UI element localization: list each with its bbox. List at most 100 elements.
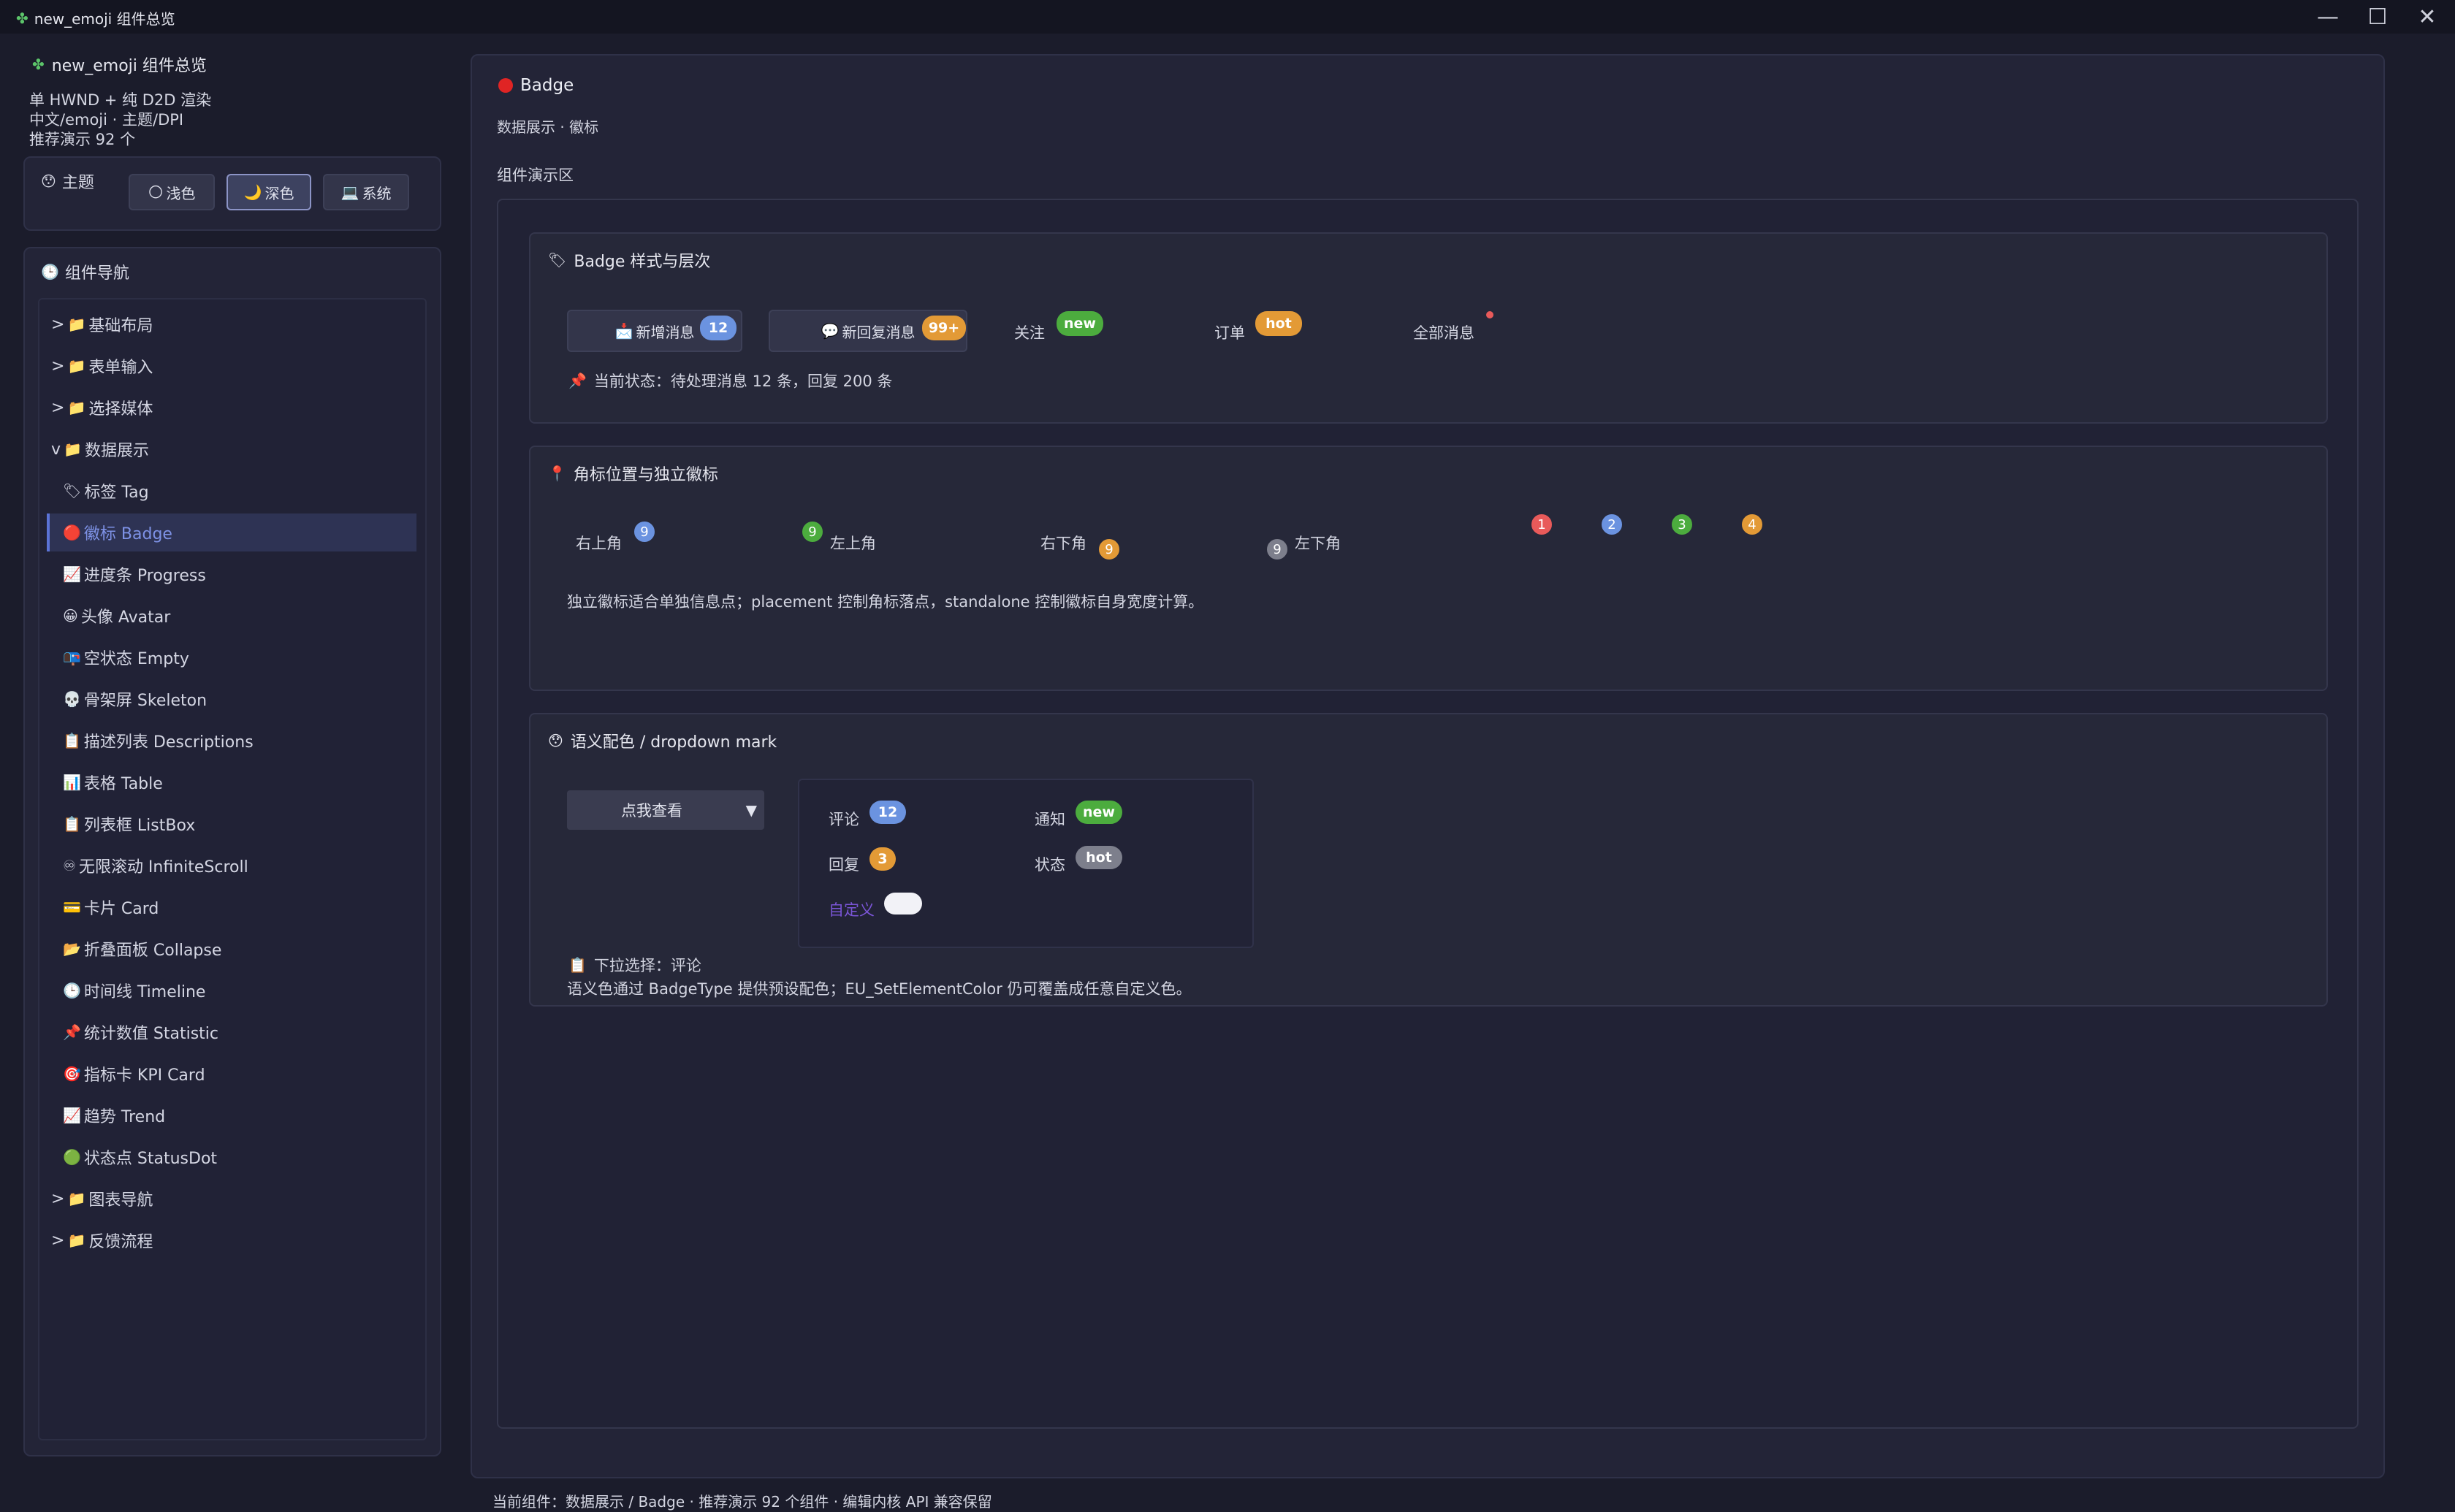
theme-light-button[interactable]: 🌕 浅色 — [129, 174, 215, 210]
dot-badge — [1486, 311, 1493, 318]
nav-item-infinite-scroll[interactable]: ♾ 无限滚动 InfiniteScroll — [63, 847, 248, 885]
app-title: ✤ new_emoji 组件总览 — [32, 53, 207, 76]
target-icon: 🎯 — [63, 1065, 81, 1083]
nav-item-skeleton[interactable]: 💀 骨架屏 Skeleton — [63, 680, 207, 718]
nav-item-label: 卡片 Card — [83, 900, 159, 918]
page-title: Badge — [498, 76, 574, 95]
menu-badge: 3 — [869, 847, 896, 871]
nav-group-chart-nav[interactable]: > 📁 图表导航 — [51, 1180, 153, 1218]
expand-icon: > — [51, 398, 65, 417]
theme-label: 😯 主题 — [41, 169, 94, 193]
bottom-right-badge: 9 — [1097, 538, 1121, 561]
puzzle-icon: ✤ — [16, 9, 28, 27]
nav-item-trend[interactable]: 📈 趋势 Trend — [63, 1096, 165, 1134]
button-label: 新增消息 — [636, 323, 695, 341]
info-line: 推荐演示 92 个 — [29, 131, 136, 148]
menu-item-comment[interactable]: 评论 — [829, 808, 859, 830]
minimize-button[interactable]: — — [2312, 4, 2344, 30]
moon-full-icon: 🌕 — [148, 183, 164, 201]
semantic-note: 语义色通过 BadgeType 提供预设配色；EU_SetElementColo… — [567, 980, 1192, 998]
nav-item-table[interactable]: 📊 表格 Table — [63, 763, 163, 801]
theme-label-text: 主题 — [61, 174, 94, 192]
breadcrumb: 数据展示 · 徽标 — [497, 118, 599, 136]
count-badge: 12 — [700, 316, 736, 340]
dropdown-menu — [798, 779, 1254, 948]
close-button[interactable]: ✕ — [2411, 4, 2443, 30]
nav-item-status-dot[interactable]: 🟢 状态点 StatusDot — [63, 1138, 217, 1176]
nav-group-form-input[interactable]: > 📁 表单输入 — [51, 347, 153, 385]
demo-area-label: 组件演示区 — [497, 167, 574, 184]
nav-item-descriptions[interactable]: 📋 描述列表 Descriptions — [63, 722, 254, 760]
nav-item-timeline[interactable]: 🕒 时间线 Timeline — [63, 971, 205, 1009]
window-title: ✤ new_emoji 组件总览 — [16, 7, 175, 28]
button-label: 新回复消息 — [842, 323, 916, 341]
selection-text: 下拉选择：评论 — [593, 957, 701, 974]
nav-title: 🕒 组件导航 — [41, 260, 129, 283]
follow-label: 关注 — [1014, 324, 1045, 342]
nav-group-label: 图表导航 — [88, 1191, 153, 1210]
chart-up-icon: 📈 — [63, 1107, 81, 1124]
nav-item-label: 进度条 Progress — [83, 567, 206, 585]
nav-item-label: 无限滚动 InfiniteScroll — [78, 858, 248, 877]
nav-item-tag[interactable]: 🏷 标签 Tag — [63, 472, 149, 510]
section-title: 🏷 Badge 样式与层次 — [548, 248, 710, 272]
smiley-icon: 😀 — [63, 607, 78, 625]
position-note: 独立徽标适合单独信息点；placement 控制角标落点，standalone … — [567, 593, 1204, 611]
nav-group-label: 反馈流程 — [88, 1233, 153, 1251]
expand-icon: > — [51, 1189, 65, 1208]
window-title-text: new_emoji 组件总览 — [34, 10, 175, 28]
theme-option-label: 深色 — [264, 184, 294, 202]
top-left-badge: 9 — [801, 520, 824, 543]
nav-group-select-media[interactable]: > 📁 选择媒体 — [51, 389, 153, 427]
new-badge: new — [1057, 311, 1103, 336]
nav-item-progress[interactable]: 📈 进度条 Progress — [63, 555, 206, 593]
dropdown-button[interactable]: 点我查看 ▼ — [567, 790, 764, 830]
nav-item-empty[interactable]: 📭 空状态 Empty — [63, 638, 189, 676]
section-title: 📍 角标位置与独立徽标 — [548, 462, 718, 485]
tag-icon: 🏷 — [63, 482, 82, 500]
nav-item-avatar[interactable]: 😀 头像 Avatar — [63, 597, 170, 635]
nav-item-statistic[interactable]: 📌 统计数值 Statistic — [63, 1013, 218, 1051]
menu-item-custom[interactable]: 自定义 — [829, 898, 875, 920]
maximize-button[interactable]: ☐ — [2361, 4, 2394, 30]
clock-icon: 🕒 — [63, 982, 81, 999]
mailbox-icon: 📭 — [63, 649, 81, 666]
theme-option-label: 系统 — [362, 184, 392, 202]
menu-item-notify[interactable]: 通知 — [1035, 808, 1065, 830]
credit-card-icon: 💳 — [63, 898, 81, 916]
menu-item-reply[interactable]: 回复 — [829, 853, 859, 875]
menu-item-status[interactable]: 状态 — [1035, 853, 1065, 875]
all-messages-label: 全部消息 — [1413, 324, 1474, 342]
hot-badge: hot — [1255, 311, 1302, 336]
clipboard-icon: 📋 — [63, 815, 81, 833]
nav-item-card[interactable]: 💳 卡片 Card — [63, 888, 159, 926]
status-line: 📌 当前状态：待处理消息 12 条，回复 200 条 — [568, 370, 892, 392]
nav-item-listbox[interactable]: 📋 列表框 ListBox — [63, 805, 195, 843]
theme-dark-button[interactable]: 🌙 深色 — [227, 174, 311, 210]
title-bar: ✤ new_emoji 组件总览 — ☐ ✕ — [0, 0, 2455, 34]
section-title-text: 角标位置与独立徽标 — [573, 466, 718, 484]
nav-item-label: 列表框 ListBox — [83, 817, 196, 835]
tag-icon: 🏷 — [548, 251, 567, 269]
selection-line: 📋 下拉选择：评论 — [568, 954, 701, 976]
standalone-badge: 3 — [1670, 513, 1694, 536]
nav-item-collapse[interactable]: 📂 折叠面板 Collapse — [63, 930, 221, 968]
nav-item-label: 徽标 Badge — [83, 525, 172, 543]
pin-icon: 📌 — [63, 1023, 81, 1041]
chart-up-icon: 📈 — [63, 565, 81, 583]
theme-system-button[interactable]: 💻 系统 — [323, 174, 409, 210]
app-title-text: new_emoji 组件总览 — [51, 57, 207, 75]
top-right-badge: 9 — [633, 520, 656, 543]
custom-color-badge — [884, 893, 922, 915]
nav-group-data-display[interactable]: v 📁 数据展示 — [51, 430, 149, 468]
nav-item-badge[interactable]: 🔴 徽标 Badge — [63, 513, 172, 551]
nav-group-basic-layout[interactable]: > 📁 基础布局 — [51, 305, 153, 343]
maximize-icon: ☐ — [2367, 4, 2388, 30]
nav-item-kpi-card[interactable]: 🎯 指标卡 KPI Card — [63, 1055, 205, 1093]
folder-icon: 📁 — [64, 440, 82, 458]
standalone-badge: 4 — [1740, 513, 1764, 536]
nav-group-feedback-flow[interactable]: > 📁 反馈流程 — [51, 1221, 153, 1259]
nav-item-label: 指标卡 KPI Card — [83, 1066, 205, 1085]
speech-bubble-icon: 💬 — [821, 322, 840, 340]
section-title: 😯 语义配色 / dropdown mark — [548, 729, 777, 752]
